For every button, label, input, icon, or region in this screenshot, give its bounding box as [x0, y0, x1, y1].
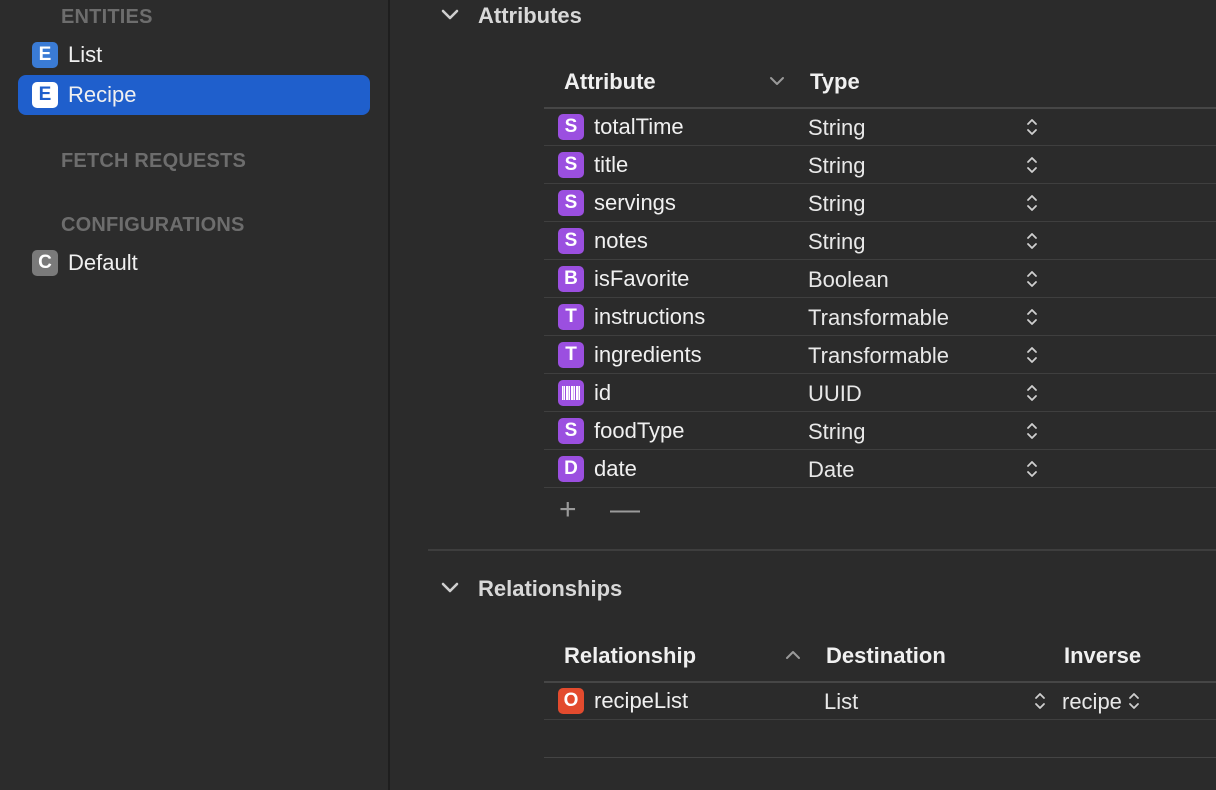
- attribute-type-icon: S: [558, 114, 584, 140]
- attribute-type-icon: S: [558, 152, 584, 178]
- attribute-type-select[interactable]: Transformable: [808, 305, 949, 331]
- attribute-type-icon: S: [558, 190, 584, 216]
- attribute-name[interactable]: isFavorite: [594, 266, 689, 292]
- attribute-row[interactable]: SfoodType String: [544, 412, 1216, 450]
- chevron-up-down-icon[interactable]: [1024, 420, 1040, 442]
- sort-ascending-icon[interactable]: [784, 647, 802, 663]
- relationship-row[interactable]: O recipeList List recipe: [544, 682, 1216, 720]
- attribute-type-icon: T: [558, 342, 584, 368]
- attribute-name[interactable]: foodType: [594, 418, 685, 444]
- barcode-icon: [558, 380, 584, 406]
- attribute-type-select[interactable]: String: [808, 115, 865, 141]
- chevron-up-down-icon[interactable]: [1024, 154, 1040, 176]
- attribute-row[interactable]: Stitle String: [544, 146, 1216, 184]
- sort-descending-icon[interactable]: [768, 73, 786, 89]
- inverse-column-header[interactable]: Inverse: [1064, 643, 1141, 669]
- attribute-type-select[interactable]: String: [808, 153, 865, 179]
- attribute-name[interactable]: totalTime: [594, 114, 684, 140]
- attribute-row[interactable]: Sservings String: [544, 184, 1216, 222]
- entities-header: ENTITIES: [61, 6, 153, 28]
- chevron-down-icon[interactable]: [440, 5, 460, 25]
- attribute-type-icon: B: [558, 266, 584, 292]
- attribute-type-icon: T: [558, 304, 584, 330]
- attribute-row[interactable]: id UUID: [544, 374, 1216, 412]
- destination-column-header[interactable]: Destination: [826, 643, 946, 669]
- attribute-row[interactable]: StotalTime String: [544, 108, 1216, 146]
- sidebar: ENTITIES E List E Recipe FETCH REQUESTS …: [0, 0, 390, 790]
- attribute-name[interactable]: instructions: [594, 304, 705, 330]
- sidebar-item-recipe[interactable]: E Recipe: [18, 75, 370, 115]
- attribute-name[interactable]: title: [594, 152, 628, 178]
- chevron-up-down-icon[interactable]: [1024, 192, 1040, 214]
- attribute-type-icon: S: [558, 418, 584, 444]
- attribute-row[interactable]: Tinstructions Transformable: [544, 298, 1216, 336]
- type-column-header[interactable]: Type: [810, 69, 860, 95]
- attribute-name[interactable]: date: [594, 456, 637, 482]
- attribute-type-select[interactable]: UUID: [808, 381, 862, 407]
- attribute-row[interactable]: Tingredients Transformable: [544, 336, 1216, 374]
- chevron-up-down-icon[interactable]: [1024, 306, 1040, 328]
- chevron-up-down-icon[interactable]: [1126, 690, 1142, 712]
- chevron-up-down-icon[interactable]: [1024, 382, 1040, 404]
- relationship-name[interactable]: recipeList: [594, 688, 688, 714]
- attribute-name[interactable]: ingredients: [594, 342, 702, 368]
- section-divider: [428, 549, 1216, 551]
- attribute-column-header[interactable]: Attribute: [564, 69, 656, 95]
- chevron-up-down-icon[interactable]: [1024, 458, 1040, 480]
- chevron-up-down-icon[interactable]: [1032, 690, 1048, 712]
- chevron-up-down-icon[interactable]: [1024, 268, 1040, 290]
- sidebar-item-label: Default: [68, 250, 138, 275]
- attribute-type-select[interactable]: Transformable: [808, 343, 949, 369]
- attribute-type-icon: S: [558, 228, 584, 254]
- destination-select[interactable]: List: [824, 689, 858, 715]
- sidebar-item-label: List: [68, 42, 103, 67]
- attribute-type-select[interactable]: String: [808, 419, 865, 445]
- entity-icon: E: [32, 42, 58, 68]
- attribute-row[interactable]: BisFavorite Boolean: [544, 260, 1216, 298]
- configuration-icon: C: [32, 250, 58, 276]
- relationship-type-icon: O: [558, 688, 584, 714]
- attribute-type-icon: D: [558, 456, 584, 482]
- fetch-requests-header: FETCH REQUESTS: [61, 150, 247, 172]
- attribute-row[interactable]: Snotes String: [544, 222, 1216, 260]
- attributes-section-title: Attributes: [478, 3, 582, 28]
- attribute-type-select[interactable]: String: [808, 229, 865, 255]
- entity-icon: E: [32, 82, 58, 108]
- chevron-up-down-icon[interactable]: [1024, 116, 1040, 138]
- chevron-down-icon[interactable]: [440, 578, 460, 598]
- relationships-section-title: Relationships: [478, 576, 623, 601]
- add-attribute-button[interactable]: +: [559, 493, 577, 527]
- sidebar-item-list[interactable]: E List: [18, 35, 370, 75]
- chevron-up-down-icon[interactable]: [1024, 230, 1040, 252]
- attribute-type-select[interactable]: Date: [808, 457, 854, 483]
- table-bottom-divider: [544, 757, 1216, 758]
- sidebar-item-default[interactable]: C Default: [18, 243, 370, 283]
- attribute-row[interactable]: Ddate Date: [544, 450, 1216, 488]
- sidebar-item-label: Recipe: [68, 82, 137, 107]
- inverse-select[interactable]: recipe: [1062, 689, 1124, 715]
- attribute-name[interactable]: id: [594, 380, 611, 406]
- chevron-up-down-icon[interactable]: [1024, 344, 1040, 366]
- attribute-name[interactable]: servings: [594, 190, 676, 216]
- attribute-type-select[interactable]: String: [808, 191, 865, 217]
- configurations-header: CONFIGURATIONS: [61, 214, 245, 236]
- attribute-name[interactable]: notes: [594, 228, 648, 254]
- attribute-type-select[interactable]: Boolean: [808, 267, 889, 293]
- relationship-column-header[interactable]: Relationship: [564, 643, 696, 669]
- remove-attribute-button[interactable]: —: [610, 493, 640, 527]
